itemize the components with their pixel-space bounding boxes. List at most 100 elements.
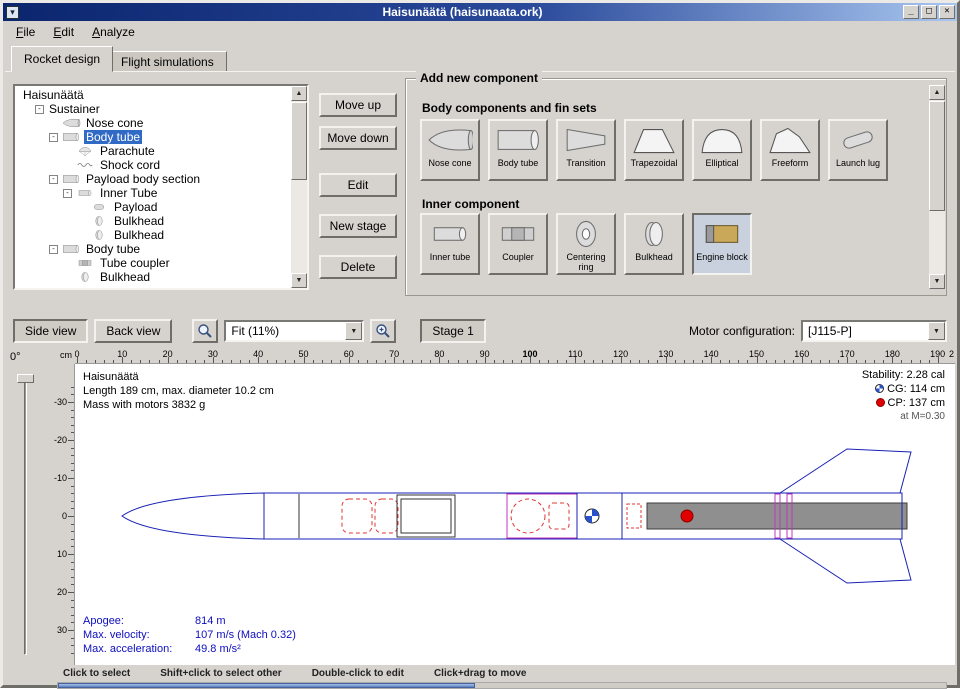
back-view-button[interactable]: Back view — [94, 319, 172, 343]
ruler-tick — [71, 410, 74, 411]
innertube-icon — [427, 218, 473, 250]
scroll-up-icon[interactable]: ▲ — [929, 85, 945, 100]
tree-item-parachute[interactable]: Parachute — [19, 144, 291, 158]
add-transition-button[interactable]: Transition — [556, 119, 616, 181]
ruler-tick — [71, 645, 74, 646]
tree-item-body-tube[interactable]: -Body tube — [19, 130, 291, 144]
tree-item-payload[interactable]: Payload — [19, 200, 291, 214]
zoom-select[interactable]: Fit (11%) ▼ — [224, 320, 364, 342]
ruler-tick — [874, 360, 875, 363]
zoom-in-button[interactable] — [370, 319, 396, 343]
motor-config-select[interactable]: [J115-P] ▼ — [801, 320, 947, 342]
edit-button[interactable]: Edit — [319, 173, 397, 197]
ruler-tick — [512, 360, 513, 363]
side-view-button[interactable]: Side view — [13, 319, 88, 343]
tree-item-bulkhead[interactable]: Bulkhead — [19, 270, 291, 284]
move-up-button[interactable]: Move up — [319, 93, 397, 117]
menu-edit[interactable]: Edit — [44, 22, 83, 42]
ruler-tick — [276, 360, 277, 363]
ruler-label: -30 — [54, 397, 67, 407]
menu-analyze[interactable]: Analyze — [83, 22, 144, 42]
addpanel-scrollbar[interactable]: ▲ ▼ — [929, 85, 945, 289]
rocket-canvas[interactable]: Haisunäätä Length 189 cm, max. diameter … — [75, 364, 955, 665]
rotation-column: 0° — [5, 348, 45, 665]
ruler-tick — [557, 360, 558, 363]
title-bar: ▾ Haisunäätä (haisunaata.ork) _ □ ✕ — [3, 3, 957, 21]
ruler-tick — [675, 360, 676, 363]
fin-outline-top[interactable] — [780, 449, 911, 493]
close-button[interactable]: ✕ — [939, 5, 955, 19]
tree-item-haisun-t-[interactable]: Haisunäätä — [19, 88, 291, 102]
ruler-label: 20 — [57, 587, 67, 597]
add-bulkhead-button[interactable]: Bulkhead — [624, 213, 684, 275]
ruler-tick — [448, 360, 449, 363]
add-trapezoidal-button[interactable]: Trapezoidal — [624, 119, 684, 181]
ruler-tick — [412, 360, 413, 363]
chevron-down-icon[interactable]: ▼ — [345, 322, 362, 340]
tree-item-bulkhead[interactable]: Bulkhead — [19, 228, 291, 242]
add-coupler-button[interactable]: Coupler — [488, 213, 548, 275]
new-stage-button[interactable]: New stage — [319, 214, 397, 238]
tree-item-sustainer[interactable]: -Sustainer — [19, 102, 291, 116]
tree-item-label: Payload body section — [84, 172, 202, 186]
bodytube-icon — [61, 173, 81, 185]
ruler-label: 150 — [749, 349, 764, 359]
tree-expander-icon[interactable]: - — [49, 175, 58, 184]
fin-outline-bottom[interactable] — [780, 539, 911, 583]
scroll-down-icon[interactable]: ▼ — [291, 273, 307, 288]
cp-marker — [681, 510, 693, 522]
scrollbar-thumb[interactable] — [291, 102, 307, 180]
add-inner-tube-button[interactable]: Inner tube — [420, 213, 480, 275]
add-elliptical-button[interactable]: Elliptical — [692, 119, 752, 181]
tree-expander-icon[interactable]: - — [63, 189, 72, 198]
tree-item-label: Inner Tube — [98, 186, 159, 200]
tree-expander-icon[interactable]: - — [49, 245, 58, 254]
add-engine-block-button[interactable]: Engine block — [692, 213, 752, 275]
add-freeform-button[interactable]: Freeform — [760, 119, 820, 181]
move-down-button[interactable]: Move down — [319, 126, 397, 150]
add-centering-ring-button[interactable]: Centering ring — [556, 213, 616, 275]
tree-item-shock-cord[interactable]: Shock cord — [19, 158, 291, 172]
tree-expander-icon[interactable]: - — [49, 133, 58, 142]
tree-scrollbar[interactable]: ▲ ▼ — [291, 86, 307, 288]
ruler-tick — [657, 360, 658, 363]
ruler-tick — [231, 360, 232, 363]
ruler-tick — [71, 387, 74, 388]
tab-rocket-design[interactable]: Rocket design — [11, 46, 113, 72]
tree-item-nose-cone[interactable]: Nose cone — [19, 116, 291, 130]
scrollbar-thumb[interactable] — [929, 101, 945, 211]
ruler-tick — [358, 360, 359, 363]
tab-flight-simulations[interactable]: Flight simulations — [108, 51, 227, 72]
add-nose-cone-button[interactable]: Nose cone — [420, 119, 480, 181]
stage-1-toggle[interactable]: Stage 1 — [420, 319, 485, 343]
tree-expander-icon[interactable]: - — [35, 105, 44, 114]
menu-file[interactable]: File — [7, 22, 44, 42]
tree-item-inner-tube[interactable]: - Inner Tube — [19, 186, 291, 200]
ruler-tick — [793, 360, 794, 363]
ruler-tick — [68, 478, 74, 479]
coupler-icon — [495, 218, 541, 250]
rotation-slider-thumb[interactable] — [17, 374, 34, 383]
ruler-tick — [104, 360, 105, 363]
ruler-label: 190 — [930, 349, 945, 359]
tree-item-bulkhead[interactable]: Bulkhead — [19, 214, 291, 228]
scrollbar-thumb[interactable] — [58, 683, 475, 688]
delete-button[interactable]: Delete — [319, 255, 397, 279]
add-body-tube-button[interactable]: Body tube — [488, 119, 548, 181]
nose-cone-outline[interactable] — [122, 493, 264, 539]
ruler-tick — [71, 493, 74, 494]
zoom-out-button[interactable] — [192, 319, 218, 343]
rotation-slider-track[interactable] — [24, 376, 27, 655]
scroll-up-icon[interactable]: ▲ — [291, 86, 307, 101]
minimize-button[interactable]: _ — [903, 5, 919, 19]
scroll-down-icon[interactable]: ▼ — [929, 274, 945, 289]
tree-item-payload-body-section[interactable]: - Payload body section — [19, 172, 291, 186]
ruler-tick — [331, 360, 332, 363]
ruler-tick — [503, 360, 504, 363]
add-launch-lug-button[interactable]: Launch lug — [828, 119, 888, 181]
chevron-down-icon[interactable]: ▼ — [928, 322, 945, 340]
tree-item-body-tube[interactable]: -Body tube — [19, 242, 291, 256]
maximize-button[interactable]: □ — [921, 5, 937, 19]
ruler-tick — [494, 360, 495, 363]
tree-item-tube-coupler[interactable]: Tube coupler — [19, 256, 291, 270]
